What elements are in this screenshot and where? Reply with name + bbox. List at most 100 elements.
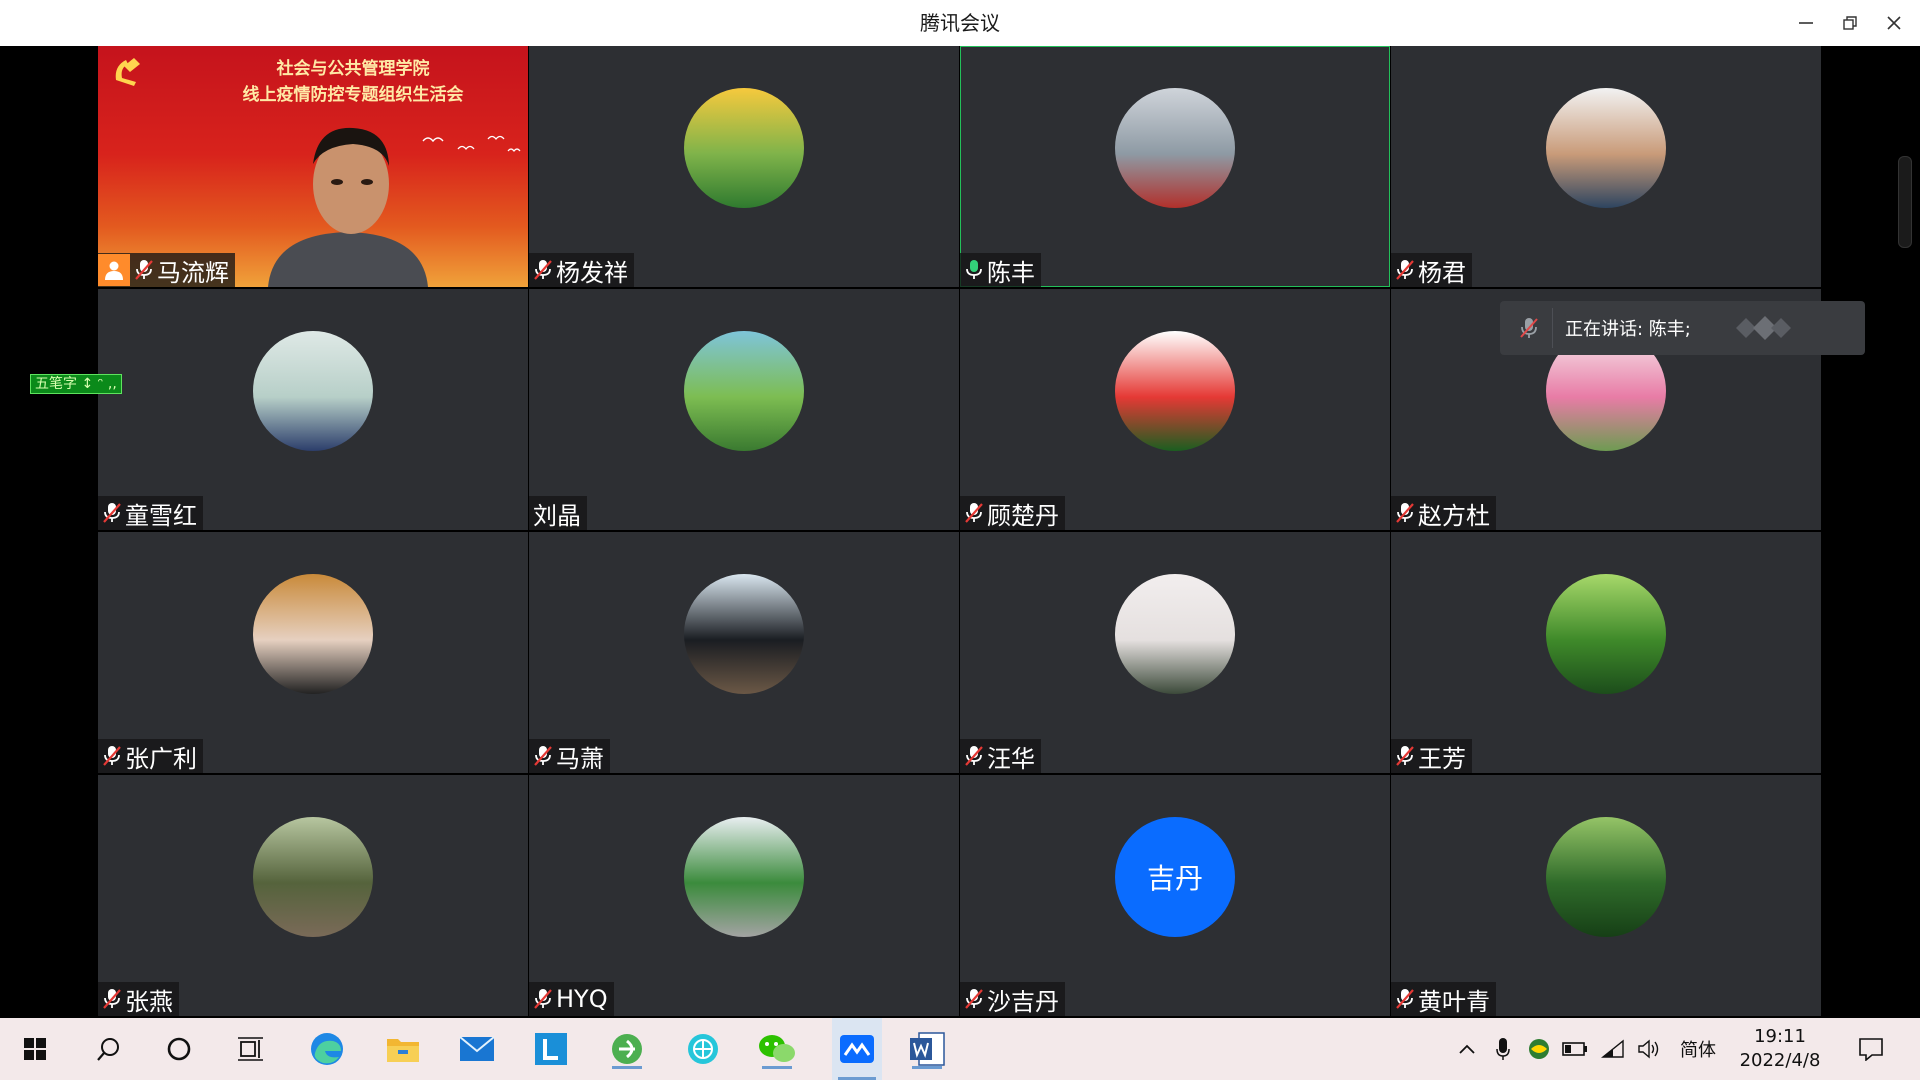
mic-muted-icon — [964, 502, 984, 524]
participant-tile[interactable]: 社会与公共管理学院 线上疫情防控专题组织生活会 马流辉 — [98, 46, 528, 287]
sound-wave-icon — [1731, 313, 1801, 343]
participant-nameplate: 张广利 — [98, 739, 203, 773]
participant-nameplate: 杨发祥 — [529, 253, 634, 287]
participant-name: 陈丰 — [987, 258, 1035, 287]
word-icon[interactable] — [906, 1029, 948, 1069]
minimize-icon — [1799, 22, 1813, 24]
edge-browser-icon[interactable] — [306, 1029, 348, 1069]
participant-name: 汪华 — [987, 744, 1035, 773]
close-button[interactable] — [1879, 8, 1909, 38]
participant-nameplate: 汪华 — [960, 739, 1041, 773]
participant-name: 杨发祥 — [556, 258, 628, 287]
mic-muted-icon — [964, 988, 984, 1010]
mic-on-icon — [964, 259, 984, 281]
mic-muted-icon — [102, 502, 122, 524]
avatar — [684, 88, 804, 208]
clock-time: 19:11 — [1754, 1026, 1806, 1047]
mic-muted-icon — [1395, 259, 1415, 281]
participant-nameplate: 沙吉丹 — [960, 982, 1065, 1016]
speaking-label: 正在讲话: 陈丰; — [1565, 319, 1691, 340]
notification-icon[interactable] — [1850, 1029, 1892, 1069]
mic-muted-icon — [1395, 502, 1415, 524]
avatar — [253, 574, 373, 694]
ime-mode-indicator[interactable]: 简体 — [1680, 1036, 1716, 1062]
participant-name: 沙吉丹 — [987, 987, 1059, 1016]
mic-muted-icon — [533, 259, 553, 281]
participant-tile[interactable]: 陈丰 — [960, 46, 1390, 287]
cortana-icon[interactable] — [158, 1029, 200, 1069]
avatar — [684, 331, 804, 451]
participant-nameplate: 杨君 — [1391, 253, 1472, 287]
participant-tile[interactable]: HYQ — [529, 775, 959, 1016]
participant-nameplate: 刘晶 — [529, 496, 587, 530]
participant-tile[interactable]: 马萧 — [529, 532, 959, 773]
participant-tile[interactable]: 顾楚丹 — [960, 289, 1390, 530]
microphone-icon[interactable] — [1488, 1029, 1518, 1069]
participant-tile[interactable]: 童雪红 — [98, 289, 528, 530]
app-l-icon[interactable] — [530, 1029, 572, 1069]
scrollbar[interactable] — [1898, 156, 1912, 248]
wifi-icon[interactable] — [1598, 1029, 1628, 1069]
vpn-globe-icon[interactable] — [682, 1029, 724, 1069]
mail-icon[interactable] — [456, 1029, 498, 1069]
participant-tile[interactable]: 刘晶 — [529, 289, 959, 530]
participant-name: HYQ — [556, 985, 608, 1013]
participant-name: 杨君 — [1418, 258, 1466, 287]
participant-nameplate: HYQ — [529, 982, 614, 1016]
windows-start-icon[interactable] — [14, 1029, 56, 1069]
restore-icon — [1843, 16, 1857, 30]
chevron-up-icon[interactable] — [1452, 1029, 1482, 1069]
meeting-stage: 社会与公共管理学院 线上疫情防控专题组织生活会 马流辉 杨发祥 陈丰 杨君童雪红 刘晶 顾楚丹… — [0, 46, 1920, 1018]
mic-muted-icon — [134, 259, 154, 281]
task-view-icon[interactable] — [230, 1029, 272, 1069]
mic-muted-icon — [1518, 316, 1540, 340]
security-center-icon[interactable] — [1524, 1029, 1554, 1069]
clock[interactable]: 19:11 2022/4/8 — [1730, 1025, 1830, 1073]
participant-nameplate: 黄叶青 — [1391, 982, 1496, 1016]
taskbar: 简体 19:11 2022/4/8 — [0, 1018, 1920, 1080]
mic-muted-icon — [1395, 745, 1415, 767]
avatar — [1546, 574, 1666, 694]
mic-muted-icon — [533, 745, 553, 767]
participant-tile[interactable]: 黄叶青 — [1391, 775, 1821, 1016]
restore-button[interactable] — [1835, 8, 1865, 38]
browser-green-icon[interactable] — [606, 1029, 648, 1069]
participant-name: 马流辉 — [157, 258, 229, 287]
search-icon[interactable] — [88, 1029, 130, 1069]
participant-nameplate: 马流辉 — [98, 253, 235, 287]
speaking-toast: 正在讲话: 陈丰; — [1500, 301, 1865, 355]
battery-icon[interactable] — [1560, 1029, 1590, 1069]
participant-name: 黄叶青 — [1418, 987, 1490, 1016]
running-indicator — [912, 1066, 942, 1069]
participant-tile[interactable]: 吉丹 沙吉丹 — [960, 775, 1390, 1016]
participant-nameplate: 王芳 — [1391, 739, 1472, 773]
participant-tile[interactable]: 汪华 — [960, 532, 1390, 773]
participant-nameplate: 马萧 — [529, 739, 610, 773]
participant-tile[interactable]: 张广利 — [98, 532, 528, 773]
participant-name: 赵方杜 — [1418, 501, 1490, 530]
file-explorer-icon[interactable] — [382, 1029, 424, 1069]
host-icon — [98, 254, 130, 286]
party-emblem-icon — [115, 58, 140, 86]
volume-icon[interactable] — [1634, 1029, 1664, 1069]
participant-tile[interactable]: 王芳 — [1391, 532, 1821, 773]
close-icon — [1887, 16, 1901, 30]
participant-nameplate: 顾楚丹 — [960, 496, 1065, 530]
participant-nameplate: 童雪红 — [98, 496, 203, 530]
presenter-figure — [263, 114, 433, 287]
participant-tile[interactable]: 杨发祥 — [529, 46, 959, 287]
participant-grid: 社会与公共管理学院 线上疫情防控专题组织生活会 马流辉 杨发祥 陈丰 杨君童雪红 刘晶 顾楚丹… — [98, 46, 1823, 1018]
wechat-icon[interactable] — [756, 1029, 798, 1069]
avatar — [684, 817, 804, 937]
participant-name: 童雪红 — [125, 501, 197, 530]
participant-nameplate: 张燕 — [98, 982, 179, 1016]
clock-date: 2022/4/8 — [1739, 1050, 1821, 1071]
ime-floating-bar[interactable]: 五笔字 ↕ ᵔ ,, — [30, 374, 122, 394]
avatar — [1115, 574, 1235, 694]
tencent-meeting-icon[interactable] — [832, 1018, 882, 1080]
participant-nameplate: 陈丰 — [960, 253, 1041, 287]
minimize-button[interactable] — [1791, 8, 1821, 38]
participant-tile[interactable]: 杨君 — [1391, 46, 1821, 287]
participant-tile[interactable]: 张燕 — [98, 775, 528, 1016]
participant-name: 王芳 — [1418, 744, 1466, 773]
